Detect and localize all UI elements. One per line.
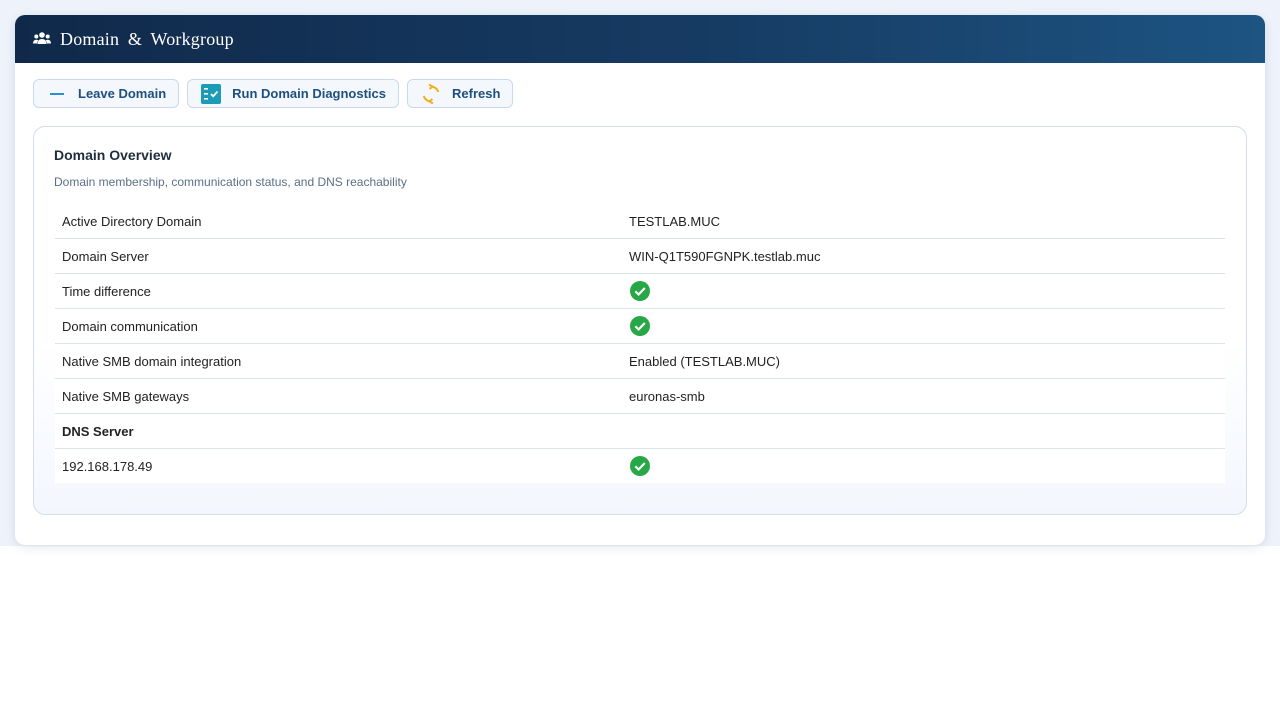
domain-overview-table: Active Directory Domain TESTLAB.MUC Doma… bbox=[55, 204, 1225, 483]
refresh-icon bbox=[420, 83, 442, 105]
check-circle-icon bbox=[629, 455, 651, 477]
row-value bbox=[622, 449, 1225, 484]
dns-server-heading: DNS Server bbox=[55, 413, 622, 449]
dns-server-address: 192.168.178.49 bbox=[62, 458, 153, 474]
row-value: Enabled (TESTLAB.MUC) bbox=[622, 343, 1225, 379]
domain-workgroup-window: Domain & Workgroup Leave Domain Run Doma… bbox=[15, 15, 1265, 545]
run-domain-diagnostics-button[interactable]: Run Domain Diagnostics bbox=[187, 79, 400, 108]
run-domain-diagnostics-label: Run Domain Diagnostics bbox=[232, 86, 387, 101]
checklist-icon bbox=[200, 83, 222, 105]
minus-icon bbox=[46, 83, 68, 105]
window-title: Domain & Workgroup bbox=[60, 28, 234, 49]
users-group-icon bbox=[32, 31, 52, 47]
table-row: Domain Server WIN-Q1T590FGNPK.testlab.mu… bbox=[55, 238, 1225, 274]
dns-section-row: DNS Server bbox=[55, 413, 1225, 449]
card-subtitle: Domain membership, communication status,… bbox=[54, 175, 407, 189]
table-row: Active Directory Domain TESTLAB.MUC bbox=[55, 204, 1225, 239]
table-row: Domain communication bbox=[55, 308, 1225, 344]
row-label: Native SMB domain integration bbox=[55, 343, 622, 379]
table-row: Native SMB gateways euronas-smb bbox=[55, 378, 1225, 414]
row-label: Domain communication bbox=[55, 308, 622, 344]
row-label: Native SMB gateways bbox=[55, 378, 622, 414]
row-label: Active Directory Domain bbox=[55, 204, 622, 239]
window-titlebar: Domain & Workgroup bbox=[15, 15, 1265, 63]
row-label: Domain Server bbox=[55, 238, 622, 274]
row-value: WIN-Q1T590FGNPK.testlab.muc bbox=[622, 238, 1225, 274]
row-label: Time difference bbox=[55, 273, 622, 309]
card-title: Domain Overview bbox=[54, 147, 172, 163]
leave-domain-label: Leave Domain bbox=[78, 86, 167, 101]
row-value bbox=[622, 308, 1225, 344]
check-circle-icon bbox=[629, 280, 651, 302]
check-circle-icon bbox=[629, 315, 651, 337]
row-value bbox=[622, 273, 1225, 309]
row-value: euronas-smb bbox=[622, 378, 1225, 414]
table-row: 192.168.178.49 bbox=[55, 449, 1225, 484]
row-value: TESTLAB.MUC bbox=[622, 204, 1225, 239]
leave-domain-button[interactable]: Leave Domain bbox=[33, 79, 180, 108]
domain-overview-card: Domain Overview Domain membership, commu… bbox=[33, 126, 1247, 515]
table-row: Native SMB domain integration Enabled (T… bbox=[55, 343, 1225, 379]
table-row: Time difference bbox=[55, 273, 1225, 309]
refresh-label: Refresh bbox=[452, 86, 501, 101]
refresh-button[interactable]: Refresh bbox=[407, 79, 514, 108]
toolbar: Leave Domain Run Domain Diagnostics Refr… bbox=[33, 79, 514, 108]
